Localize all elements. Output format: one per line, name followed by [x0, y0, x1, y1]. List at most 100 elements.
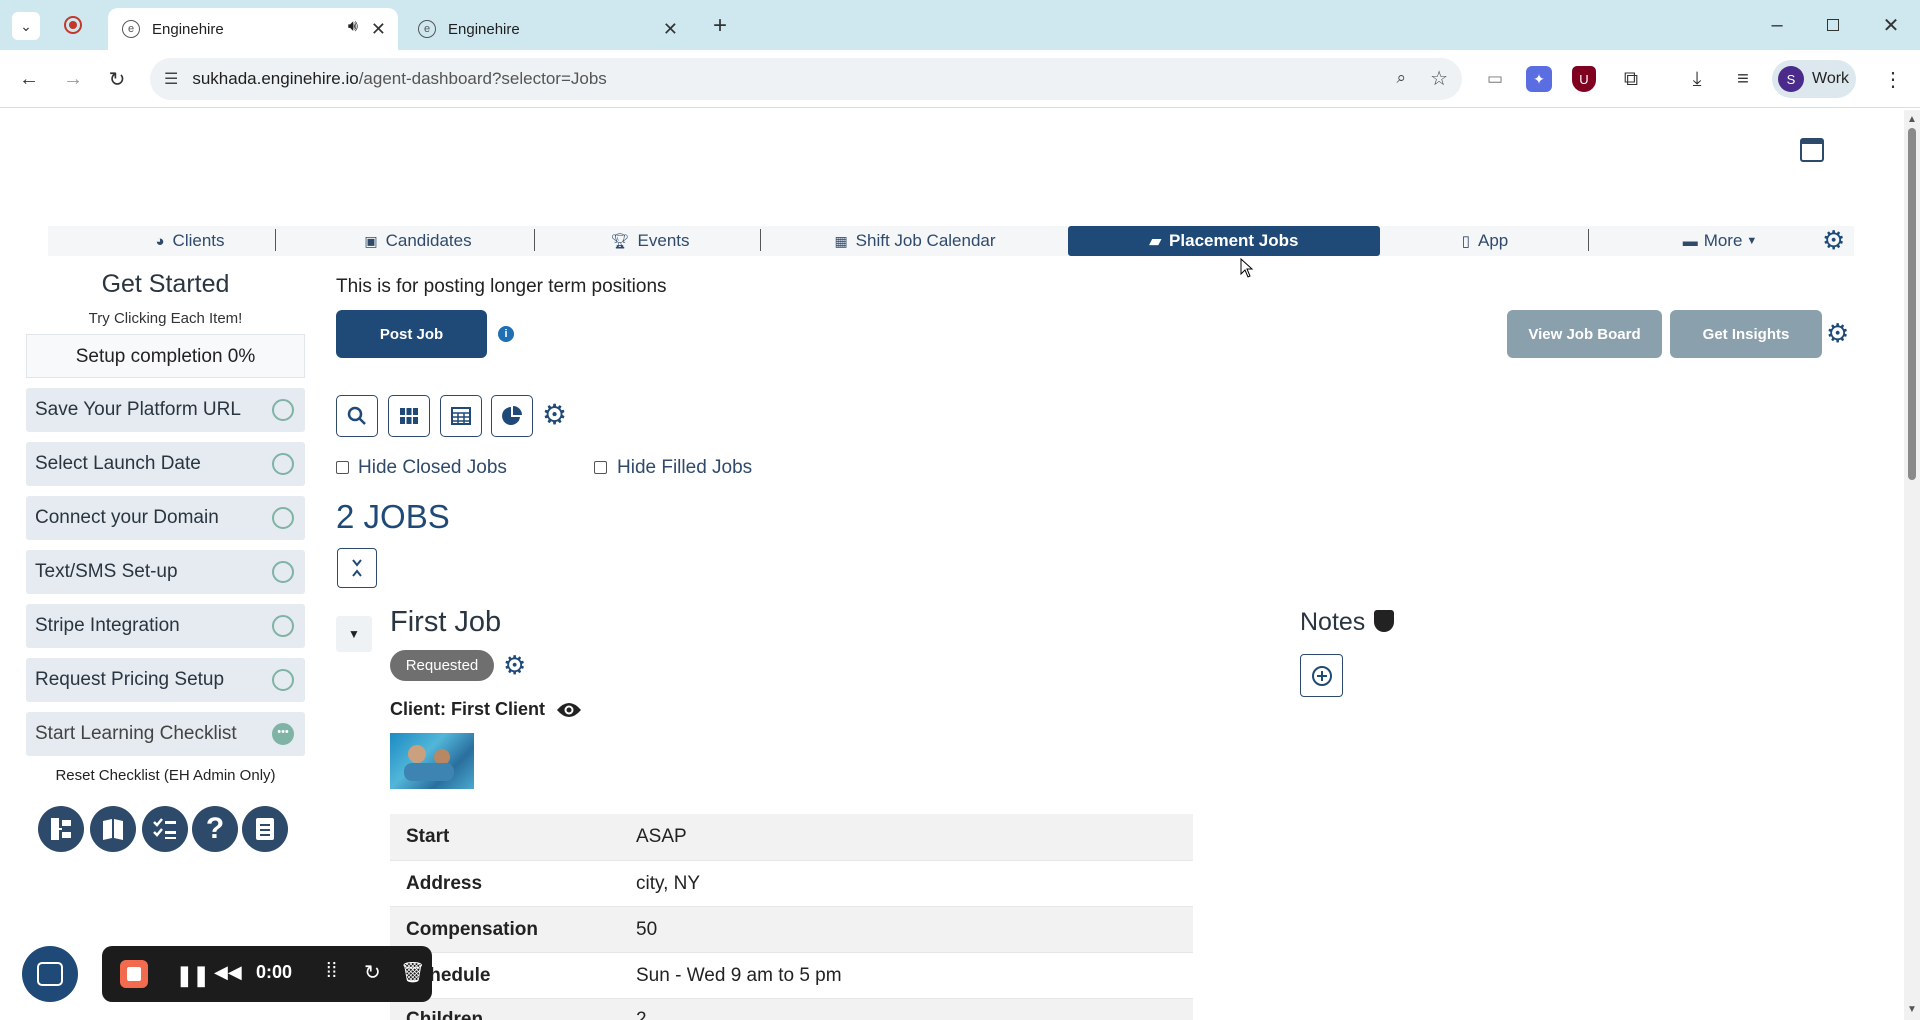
browser-tab[interactable]: e Enginehire ✕ — [404, 8, 690, 50]
browser-menu-icon[interactable]: ⋮ — [1878, 64, 1908, 94]
hide-filled-label[interactable]: Hide Filled Jobs — [617, 457, 752, 479]
site-settings-icon[interactable]: ☰ — [164, 69, 178, 89]
nav-clients[interactable]: ◕ Clients — [100, 226, 280, 256]
cast-icon[interactable]: ▭ — [1480, 64, 1510, 94]
detail-row-address: Address city, NY — [390, 860, 1193, 906]
view-job-board-button[interactable]: View Job Board — [1507, 310, 1662, 358]
checklist-item-launch-date[interactable]: Select Launch Date — [26, 442, 305, 486]
reload-icon[interactable]: ↻ — [102, 64, 132, 94]
stop-record-icon[interactable] — [120, 960, 148, 988]
close-tab-icon[interactable]: ✕ — [371, 19, 386, 40]
info-icon[interactable]: i — [498, 326, 514, 342]
forward-icon[interactable]: → — [58, 64, 88, 94]
job-thumbnail-image[interactable] — [390, 733, 474, 789]
zoom-icon[interactable]: ⌕ — [1396, 68, 1406, 88]
back-icon[interactable]: ← — [14, 64, 44, 94]
checklist-item-domain[interactable]: Connect your Domain — [26, 496, 305, 540]
detail-row-children: Children 2 — [390, 998, 1193, 1020]
status-badge[interactable]: Requested — [390, 650, 494, 681]
checklist-item-platform-url[interactable]: Save Your Platform URL — [26, 388, 305, 432]
download-icon[interactable]: ⤓ — [1682, 64, 1712, 94]
checklist-item-pricing[interactable]: Request Pricing Setup — [26, 658, 305, 702]
settings-gear-icon[interactable]: ⚙ — [1826, 318, 1849, 349]
table-icon — [450, 406, 472, 426]
detail-row-compensation: Compensation 50 — [390, 906, 1193, 952]
nav-candidates[interactable]: ▣ Candidates — [318, 226, 518, 256]
client-label[interactable]: Client: First Client — [390, 699, 545, 720]
page-scrollbar[interactable]: ▲ ▼ — [1904, 110, 1920, 1020]
nav-events[interactable]: 🏆︎ Events — [560, 226, 740, 256]
extension-colorful-icon[interactable]: ✦ — [1526, 66, 1552, 92]
checklist-item-sms[interactable]: Text/SMS Set-up — [26, 550, 305, 594]
help-question-icon[interactable]: ? — [192, 806, 238, 852]
sidebar-subtitle: Try Clicking Each Item! — [88, 310, 243, 327]
nav-placement-jobs[interactable]: ▰ Placement Jobs — [1068, 226, 1380, 256]
nav-shift-job-calendar[interactable]: ▦ Shift Job Calendar — [800, 226, 1030, 256]
recording-timer: 0:00 — [256, 962, 293, 982]
add-note-button[interactable] — [1300, 654, 1343, 697]
detail-row-schedule: Schedule Sun - Wed 9 am to 5 pm — [390, 952, 1193, 998]
job-title[interactable]: First Job — [390, 606, 501, 639]
profile-button[interactable]: S Work — [1772, 60, 1856, 98]
url-host: sukhada.enginehire.io — [192, 69, 359, 88]
chart-view-button[interactable] — [491, 395, 533, 437]
trophy-icon: 🏆︎ — [610, 233, 630, 250]
collapse-all-button[interactable] — [337, 548, 377, 588]
trash-icon[interactable]: 🗑︎ — [400, 960, 425, 985]
search-button[interactable] — [336, 395, 378, 437]
grid-view-button[interactable] — [388, 395, 430, 437]
book-icon[interactable] — [90, 806, 136, 852]
settings-gear-icon[interactable]: ⚙ — [503, 650, 526, 680]
speaker-icon[interactable]: 🔊︎ — [348, 18, 358, 36]
close-window-icon[interactable]: ✕ — [1876, 10, 1906, 40]
checklist-item-stripe[interactable]: Stripe Integration — [26, 604, 305, 648]
extensions-puzzle-icon[interactable]: ⧉ — [1616, 64, 1646, 94]
nav-divider — [760, 229, 761, 251]
bookmark-star-icon[interactable]: ☆ — [1430, 66, 1448, 91]
nav-app[interactable]: ▯ App — [1430, 226, 1540, 256]
tab-list-chevron-icon[interactable]: ⌄ — [12, 12, 40, 40]
calendar-icon[interactable] — [1800, 138, 1824, 162]
minimize-icon[interactable]: – — [1762, 10, 1792, 40]
chat-launcher-button[interactable] — [22, 946, 78, 1002]
hide-closed-label[interactable]: Hide Closed Jobs — [358, 457, 507, 479]
plus-circle-icon — [1311, 665, 1333, 687]
get-insights-button[interactable]: Get Insights — [1670, 310, 1822, 358]
scrollbar-down-arrow-icon[interactable]: ▼ — [1907, 1004, 1917, 1015]
sitemap-icon[interactable] — [38, 806, 84, 852]
reset-checklist-link[interactable]: Reset Checklist (EH Admin Only) — [26, 767, 305, 784]
calendar-icon: ▦ — [834, 232, 848, 249]
browser-tab-active[interactable]: e Enginehire 🔊︎ ✕ — [108, 8, 398, 50]
rewind-icon[interactable]: ◀◀ — [214, 962, 242, 983]
jobs-count-heading: 2 JOBS — [336, 498, 450, 535]
profile-label: Work — [1812, 70, 1850, 87]
table-view-button[interactable] — [440, 395, 482, 437]
restart-icon[interactable]: ↻ — [364, 960, 381, 985]
document-icon[interactable] — [242, 806, 288, 852]
hide-filled-checkbox[interactable] — [594, 461, 607, 474]
status-circle-icon — [272, 615, 294, 637]
checklist-icon[interactable] — [142, 806, 188, 852]
pie-chart-icon — [501, 405, 523, 427]
settings-gear-icon[interactable]: ⚙ — [542, 400, 567, 430]
post-job-button[interactable]: Post Job — [336, 310, 487, 358]
new-tab-icon[interactable]: + — [706, 12, 734, 40]
close-tab-icon[interactable]: ✕ — [663, 19, 678, 40]
pause-icon[interactable]: ❚❚ — [176, 963, 210, 988]
view-client-eye-icon[interactable] — [556, 700, 582, 720]
ublock-shield-icon[interactable]: U — [1572, 66, 1596, 92]
briefcase-icon: ▰ — [1149, 233, 1162, 250]
grid-dots-icon[interactable]: ⁞⁞ — [326, 960, 337, 983]
settings-gear-icon[interactable]: ⚙ — [1822, 226, 1850, 254]
media-queue-icon[interactable]: ≡ — [1728, 64, 1758, 94]
checklist-item-learning[interactable]: Start Learning Checklist ••• — [26, 712, 305, 756]
expand-job-toggle[interactable]: ▼ — [336, 616, 372, 652]
nav-more[interactable]: ▬ More ▼ — [1650, 226, 1790, 256]
scrollbar-up-arrow-icon[interactable]: ▲ — [1907, 114, 1917, 125]
address-bar[interactable]: ☰ sukhada.enginehire.io/agent-dashboard?… — [150, 58, 1462, 100]
grid-icon — [399, 406, 419, 426]
restore-icon[interactable] — [1818, 10, 1848, 40]
hide-closed-checkbox[interactable] — [336, 461, 349, 474]
mouse-cursor-icon — [1240, 258, 1254, 278]
scrollbar-thumb[interactable] — [1908, 128, 1916, 480]
